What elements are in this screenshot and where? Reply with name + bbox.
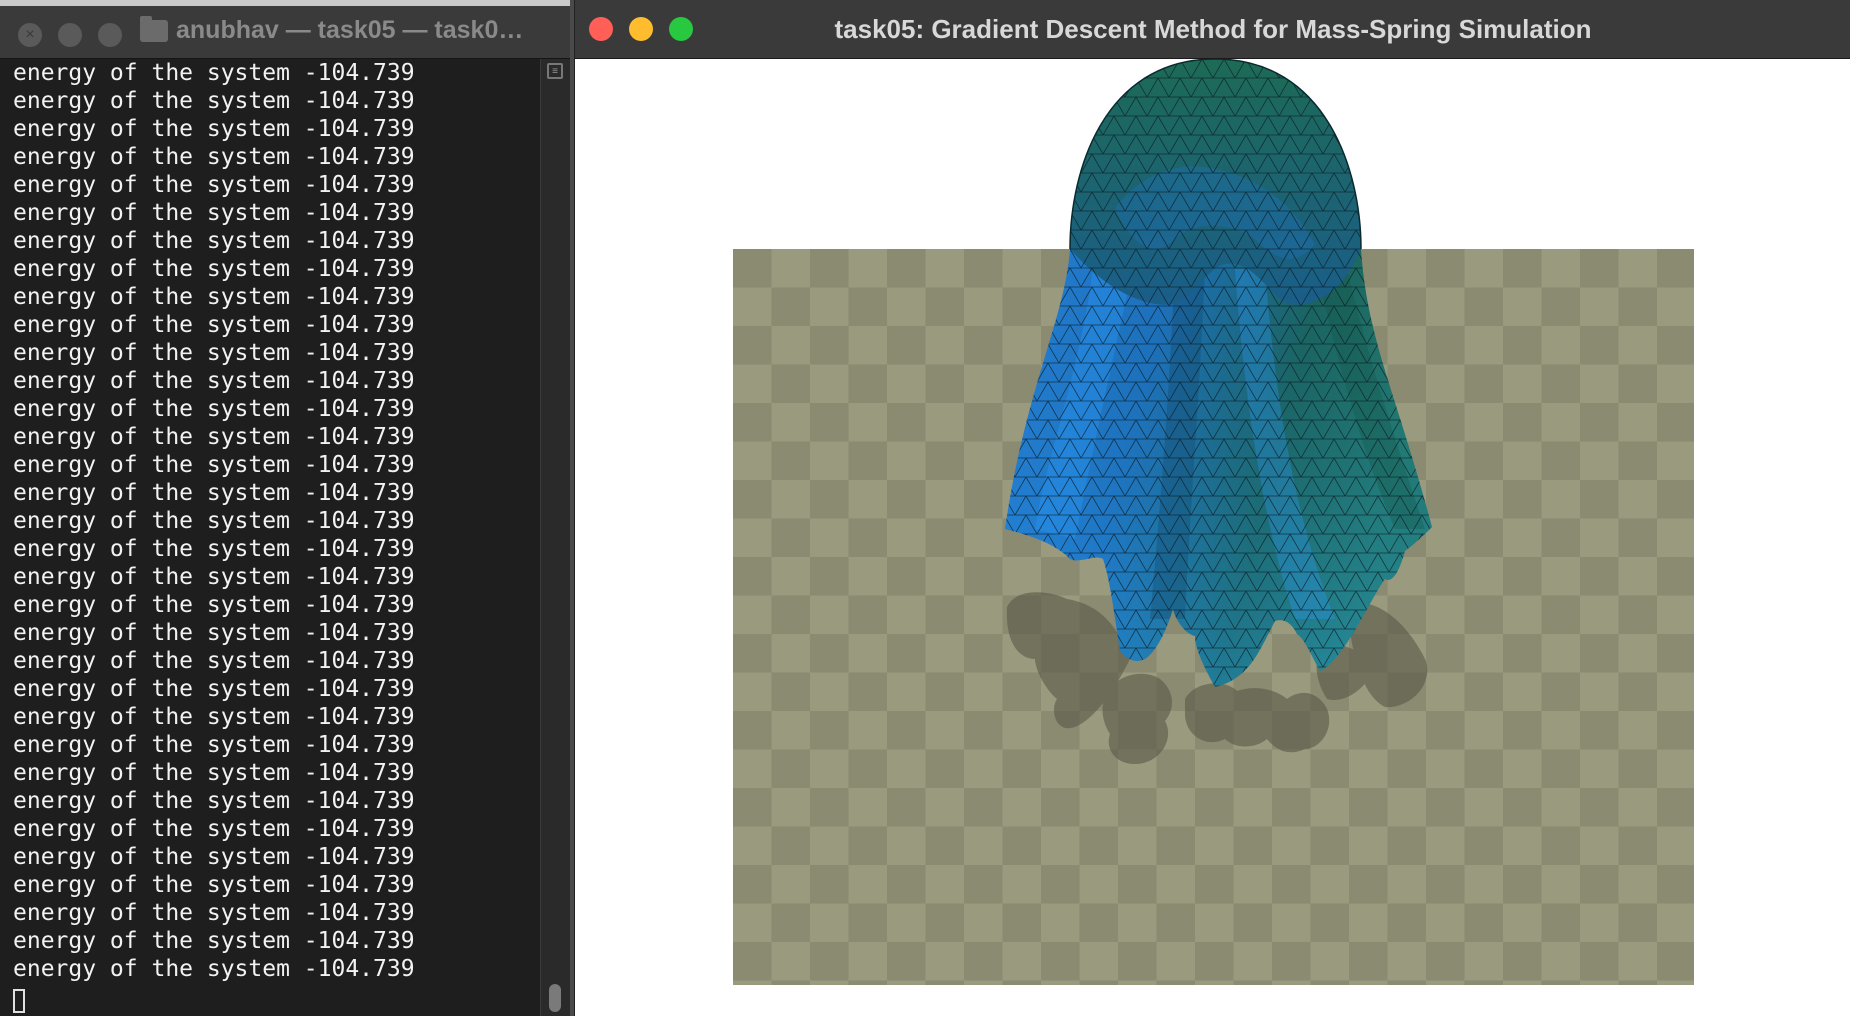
scrollbar-thumb[interactable] — [549, 984, 561, 1012]
window-title: task05: Gradient Descent Method for Mass… — [834, 14, 1592, 44]
terminal-line: energy of the system -104.739 — [13, 424, 415, 450]
terminal-line: energy of the system -104.739 — [13, 900, 415, 926]
terminal-line: energy of the system -104.739 — [13, 452, 415, 478]
terminal-line: energy of the system -104.739 — [13, 928, 415, 954]
terminal-line: energy of the system -104.739 — [13, 788, 415, 814]
terminal-window[interactable]: × anubhav — task05 — task0… energy of th… — [0, 0, 574, 1016]
terminal-line: energy of the system -104.739 — [13, 648, 415, 674]
terminal-cursor[interactable] — [13, 989, 25, 1013]
terminal-line: energy of the system -104.739 — [13, 956, 415, 982]
terminal-line: energy of the system -104.739 — [13, 284, 415, 310]
terminal-line: energy of the system -104.739 — [13, 60, 415, 86]
simulation-titlebar[interactable]: task05: Gradient Descent Method for Mass… — [575, 0, 1850, 59]
terminal-line: energy of the system -104.739 — [13, 200, 415, 226]
terminal-line: energy of the system -104.739 — [13, 312, 415, 338]
zoom-icon[interactable] — [98, 23, 122, 47]
terminal-line: energy of the system -104.739 — [13, 116, 415, 142]
terminal-line: energy of the system -104.739 — [13, 228, 415, 254]
terminal-line: energy of the system -104.739 — [13, 396, 415, 422]
terminal-line: energy of the system -104.739 — [13, 676, 415, 702]
split-pane-icon[interactable]: ≡ — [547, 63, 563, 79]
terminal-line: energy of the system -104.739 — [13, 872, 415, 898]
terminal-line: energy of the system -104.739 — [13, 172, 415, 198]
terminal-line: energy of the system -104.739 — [13, 816, 415, 842]
terminal-line: energy of the system -104.739 — [13, 760, 415, 786]
folder-icon — [140, 16, 168, 42]
simulation-window[interactable]: task05: Gradient Descent Method for Mass… — [574, 0, 1850, 1016]
terminal-titlebar[interactable]: × anubhav — task05 — task0… — [0, 6, 574, 59]
terminal-scrollbar[interactable]: ≡ — [540, 59, 571, 1016]
terminal-line: energy of the system -104.739 — [13, 144, 415, 170]
terminal-line: energy of the system -104.739 — [13, 340, 415, 366]
terminal-line: energy of the system -104.739 — [13, 592, 415, 618]
terminal-output[interactable]: energy of the system -104.739 energy of t… — [0, 59, 540, 1016]
terminal-line: energy of the system -104.739 — [13, 704, 415, 730]
terminal-line: energy of the system -104.739 — [13, 88, 415, 114]
terminal-line: energy of the system -104.739 — [13, 844, 415, 870]
terminal-line: energy of the system -104.739 — [13, 536, 415, 562]
close-icon[interactable]: × — [18, 23, 42, 47]
terminal-line: energy of the system -104.739 — [13, 732, 415, 758]
minimize-icon[interactable] — [58, 23, 82, 47]
terminal-line: energy of the system -104.739 — [13, 480, 415, 506]
terminal-line: energy of the system -104.739 — [13, 508, 415, 534]
terminal-title: anubhav — task05 — task0… — [176, 16, 524, 44]
terminal-line: energy of the system -104.739 — [13, 368, 415, 394]
terminal-line: energy of the system -104.739 — [13, 256, 415, 282]
simulation-viewport[interactable] — [575, 59, 1850, 1016]
terminal-line: energy of the system -104.739 — [13, 620, 415, 646]
terminal-line: energy of the system -104.739 — [13, 564, 415, 590]
